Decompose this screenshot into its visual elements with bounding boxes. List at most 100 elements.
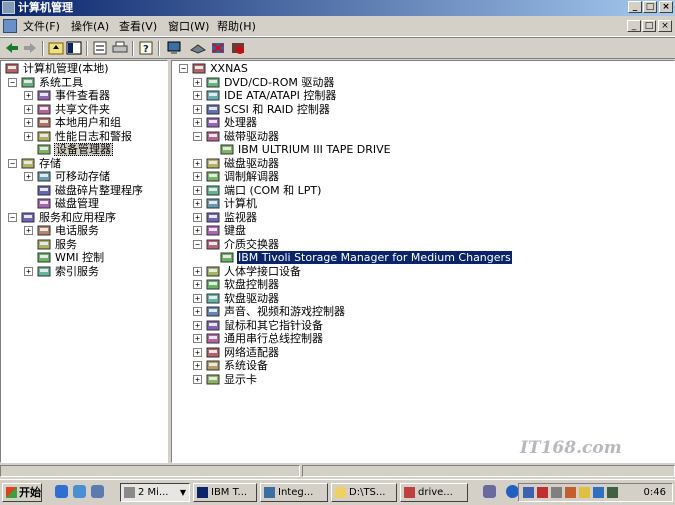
tree-node[interactable]: + 监视器 (172, 211, 674, 224)
show-tree-icon[interactable] (66, 41, 82, 55)
tree-node[interactable]: − 介质交换器 (172, 238, 674, 251)
tree-node[interactable]: − 系统工具 (1, 76, 167, 89)
volume-icon[interactable] (593, 487, 604, 498)
tree-node[interactable]: + 电话服务 (1, 224, 167, 237)
tree-node[interactable]: + SCSI 和 RAID 控制器 (172, 103, 674, 116)
clock[interactable]: 0:46 (644, 484, 666, 501)
taskbar-button-drive[interactable]: drive... (400, 483, 468, 502)
menu-action[interactable]: 操作(A) (68, 19, 112, 34)
tree-node[interactable]: + 端口 (COM 和 LPT) (172, 184, 674, 197)
forward-icon[interactable] (22, 41, 38, 55)
tree-node[interactable]: + 本地用户和组 (1, 116, 167, 129)
expand-icon[interactable]: + (193, 77, 202, 87)
expand-icon[interactable]: + (193, 226, 202, 235)
console-tree-pane[interactable]: 计算机管理(本地) − 系统工具 + 事件查看器 + 共享文件夹 + 本地用户和组 + 性能日志和警… (0, 60, 168, 463)
menu-window[interactable]: 窗口(W) (165, 19, 212, 34)
tree-node[interactable]: + 处理器 (172, 116, 674, 129)
expand-icon[interactable]: + (193, 104, 202, 114)
tree-node[interactable]: IBM ULTRIUM III TAPE DRIVE (172, 143, 674, 156)
tree-node[interactable]: + IDE ATA/ATAPI 控制器 (172, 89, 674, 102)
title-bar[interactable]: 计算机管理 _ □ × (0, 0, 675, 16)
close-button[interactable]: × (659, 1, 673, 13)
network-icon[interactable] (523, 487, 534, 498)
expand-icon[interactable]: + (193, 347, 202, 357)
uninstall-icon[interactable] (210, 41, 226, 55)
tree-node[interactable]: 磁盘管理 (1, 197, 167, 210)
expand-icon[interactable]: + (193, 199, 202, 208)
properties-icon[interactable] (92, 41, 108, 55)
tree-node[interactable]: − XXNAS (172, 62, 674, 75)
mdi-close-button[interactable]: × (658, 20, 672, 32)
tree-node[interactable]: + 事件查看器 (1, 89, 167, 102)
expand-icon[interactable]: + (24, 172, 33, 181)
expand-icon[interactable]: + (24, 91, 33, 100)
expand-icon[interactable]: + (193, 118, 202, 127)
tree-node[interactable]: + 软盘驱动器 (172, 292, 674, 305)
outlook-icon[interactable] (73, 485, 86, 498)
mdi-minimize-button[interactable]: _ (627, 20, 641, 32)
monitor-icon[interactable] (166, 41, 182, 55)
tree-node[interactable]: + 调制解调器 (172, 170, 674, 183)
tree-node[interactable]: + 鼠标和其它指针设备 (172, 319, 674, 332)
expand-icon[interactable]: + (193, 320, 202, 330)
tree-node[interactable]: + 通用串行总线控制器 (172, 332, 674, 345)
alert-icon[interactable] (565, 487, 576, 498)
expand-icon[interactable]: + (193, 307, 202, 316)
mdi-restore-button[interactable]: □ (642, 20, 656, 32)
collapse-icon[interactable]: − (8, 158, 17, 168)
up-icon[interactable] (48, 41, 64, 55)
expand-icon[interactable]: + (24, 131, 33, 141)
tree-node[interactable]: + 计算机 (172, 197, 674, 210)
help-icon[interactable]: ? (138, 41, 154, 55)
device-icon[interactable] (551, 487, 562, 498)
printer-tray-icon[interactable] (483, 485, 496, 498)
taskbar-button-integ[interactable]: Integ... (260, 483, 328, 502)
expand-icon[interactable]: + (193, 158, 202, 168)
tree-node[interactable]: + 系统设备 (172, 359, 674, 372)
minimize-button[interactable]: _ (628, 1, 642, 13)
security-icon[interactable] (579, 487, 590, 498)
taskbar-button-mmc-group[interactable]: 2 Mi... ▼ (120, 483, 190, 502)
collapse-icon[interactable]: − (179, 64, 188, 73)
expand-icon[interactable]: + (24, 226, 33, 235)
tree-node[interactable]: 计算机管理(本地) (1, 62, 167, 75)
tree-node[interactable]: + 可移动存储 (1, 170, 167, 183)
tree-node[interactable]: 设备管理器 (1, 143, 167, 156)
tree-node[interactable]: + 磁盘驱动器 (172, 157, 674, 170)
print-icon[interactable] (112, 41, 128, 55)
expand-icon[interactable]: + (193, 185, 202, 195)
tree-node[interactable]: + 声音、视频和游戏控制器 (172, 305, 674, 318)
collapse-icon[interactable]: − (8, 212, 17, 222)
expand-icon[interactable]: + (193, 212, 202, 222)
tree-node[interactable]: + 共享文件夹 (1, 103, 167, 116)
tree-node[interactable]: + 性能日志和警报 (1, 130, 167, 143)
expand-icon[interactable]: + (193, 361, 202, 370)
collapse-icon[interactable]: − (193, 239, 202, 249)
collapse-icon[interactable]: − (8, 77, 17, 87)
menu-view[interactable]: 查看(V) (116, 19, 160, 34)
collapse-icon[interactable]: − (193, 131, 202, 141)
start-button[interactable]: 开始 (2, 483, 42, 502)
maximize-button[interactable]: □ (643, 1, 657, 13)
expand-icon[interactable]: + (193, 280, 202, 289)
battery-icon[interactable] (607, 487, 618, 498)
expand-icon[interactable]: + (193, 374, 202, 384)
disconnect-icon[interactable] (537, 487, 548, 498)
tree-node[interactable]: + DVD/CD-ROM 驱动器 (172, 76, 674, 89)
back-icon[interactable] (4, 41, 20, 55)
tree-node[interactable]: + 显示卡 (172, 373, 674, 386)
tree-node[interactable]: + 索引服务 (1, 265, 167, 278)
expand-icon[interactable]: + (24, 118, 33, 127)
tree-node[interactable]: 服务 (1, 238, 167, 251)
tree-node[interactable]: + 人体学接口设备 (172, 265, 674, 278)
menu-file[interactable]: 文件(F) (20, 19, 63, 34)
scan-hardware-icon[interactable] (190, 41, 206, 55)
device-tree-pane[interactable]: − XXNAS + DVD/CD-ROM 驱动器 + IDE ATA/ATAPI 控制器 +… (171, 60, 675, 463)
menu-help[interactable]: 帮助(H) (214, 19, 259, 34)
expand-icon[interactable]: + (193, 293, 202, 303)
expand-icon[interactable]: + (193, 172, 202, 181)
system-menu-icon[interactable] (3, 19, 17, 33)
disable-device-icon[interactable] (230, 41, 246, 55)
tree-node[interactable]: + 软盘控制器 (172, 278, 674, 291)
expand-icon[interactable]: + (24, 266, 33, 276)
